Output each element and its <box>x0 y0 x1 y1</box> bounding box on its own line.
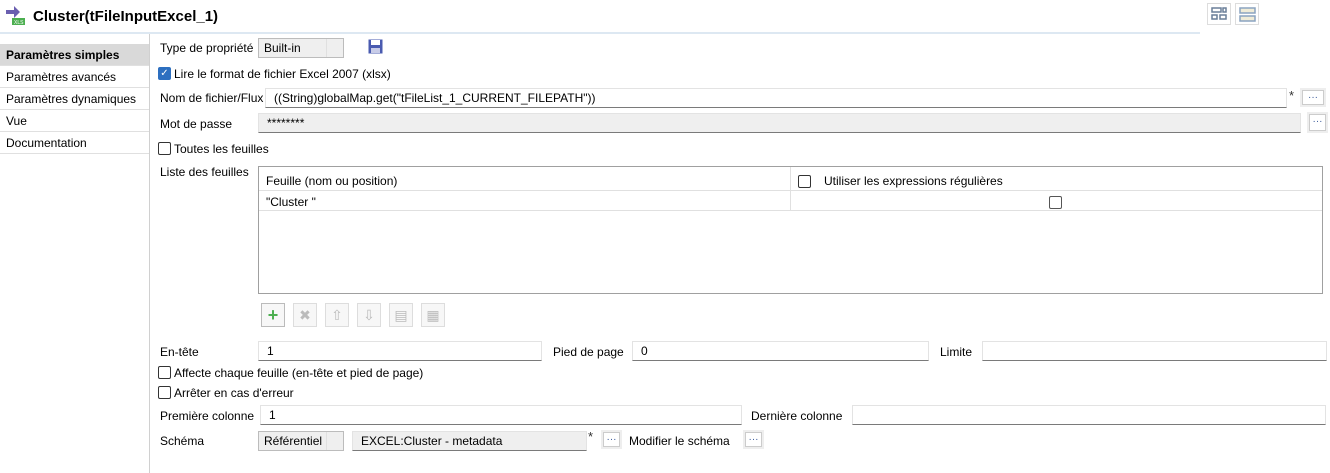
paste-button[interactable]: ▦ <box>421 303 445 327</box>
sidebar-item-view[interactable]: Vue <box>0 110 150 132</box>
first-column-label: Première colonne <box>160 409 255 423</box>
regex-checkbox[interactable] <box>1049 196 1062 209</box>
filename-label: Nom de fichier/Flux <box>160 91 264 105</box>
password-button[interactable]: ··· <box>1309 114 1326 131</box>
schema-value-select[interactable]: EXCEL:Cluster - metadata <box>352 431 587 451</box>
sidebar-item-basic[interactable]: Paramètres simples <box>0 44 150 66</box>
edit-schema-button[interactable]: ··· <box>745 432 762 447</box>
table-row[interactable] <box>259 191 1322 211</box>
schema-browse-button[interactable]: ··· <box>603 432 620 447</box>
component-icon: XLS <box>6 6 26 26</box>
header-input[interactable]: 1 <box>258 341 542 361</box>
all-sheets-label: Toutes les feuilles <box>174 142 269 156</box>
first-column-input[interactable]: 1 <box>260 405 742 425</box>
filename-browse-button[interactable]: ··· <box>1302 90 1324 105</box>
stop-on-error-checkbox[interactable] <box>158 386 171 399</box>
limit-input[interactable] <box>982 341 1327 361</box>
sidebar-item-advanced[interactable]: Paramètres avancés <box>0 66 150 88</box>
sidebar-item-dynamic[interactable]: Paramètres dynamiques <box>0 88 150 110</box>
schema-label: Schéma <box>160 434 205 448</box>
column-header-regex[interactable]: Utiliser les expressions régulières <box>824 174 1003 188</box>
sheet-cell[interactable]: "Cluster " <box>266 195 316 209</box>
limit-label: Limite <box>940 345 973 359</box>
stop-on-error-label: Arrêter en cas d'erreur <box>174 386 294 400</box>
layout-grid-button[interactable] <box>1207 3 1231 25</box>
affect-sheets-checkbox[interactable] <box>158 366 171 379</box>
password-input[interactable]: ******** <box>258 113 1301 133</box>
property-type-label: Type de propriété <box>160 41 254 55</box>
delete-row-button[interactable]: ✖ <box>293 303 317 327</box>
xlsx-checkbox[interactable]: ✓ <box>158 67 171 80</box>
header-label: En-tête <box>160 345 199 359</box>
svg-text:XLS: XLS <box>14 20 24 26</box>
property-type-select[interactable]: Built-in <box>258 38 344 58</box>
column-header-sheet[interactable]: Feuille (nom ou position) <box>266 174 397 188</box>
sidebar-item-documentation[interactable]: Documentation <box>0 132 150 154</box>
last-column-input[interactable] <box>852 405 1326 425</box>
all-sheets-checkbox[interactable] <box>158 142 171 155</box>
password-label: Mot de passe <box>160 117 233 131</box>
last-column-label: Dernière colonne <box>751 409 843 423</box>
move-down-button[interactable]: ⇩ <box>357 303 381 327</box>
footer-input[interactable]: 0 <box>632 341 929 361</box>
add-row-button[interactable]: + <box>261 303 285 327</box>
footer-label: Pied de page <box>553 345 624 359</box>
layout-list-button[interactable] <box>1235 3 1259 25</box>
schema-type-select[interactable]: Référentiel <box>258 431 344 451</box>
sidebar-divider <box>149 34 150 473</box>
schema-required-mark: * <box>588 429 594 444</box>
required-mark: * <box>1289 88 1295 103</box>
affect-sheets-label: Affecte chaque feuille (en-tête et pied … <box>174 366 424 380</box>
sheets-table: Feuille (nom ou position) Utiliser les e… <box>258 166 1323 294</box>
filename-input[interactable]: ((String)globalMap.get("tFileList_1_CURR… <box>265 88 1287 108</box>
move-up-button[interactable]: ⇧ <box>325 303 349 327</box>
edit-schema-label: Modifier le schéma <box>629 434 730 448</box>
save-icon[interactable] <box>368 39 383 57</box>
copy-button[interactable]: ▤ <box>389 303 413 327</box>
title-divider <box>0 32 1200 34</box>
sheets-label: Liste des feuilles <box>160 165 249 179</box>
xlsx-label: Lire le format de fichier Excel 2007 (xl… <box>174 67 391 81</box>
regex-header-checkbox[interactable] <box>798 175 811 188</box>
page-title: Cluster(tFileInputExcel_1) <box>33 8 219 25</box>
sidebar: Paramètres simples Paramètres avancés Pa… <box>0 44 150 154</box>
